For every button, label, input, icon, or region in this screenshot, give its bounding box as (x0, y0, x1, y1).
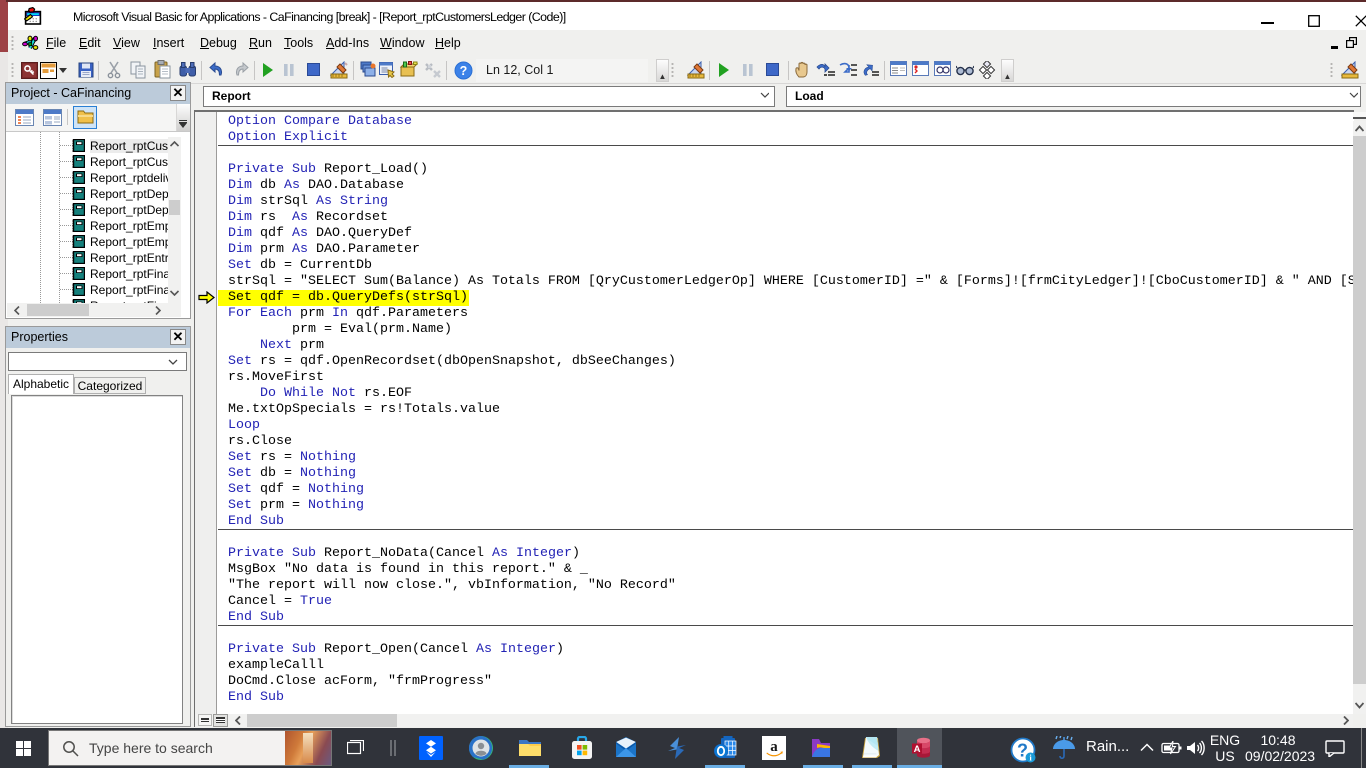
svg-text:A: A (914, 744, 921, 755)
svg-text:a: a (770, 739, 778, 755)
svg-text:?: ? (460, 64, 468, 78)
